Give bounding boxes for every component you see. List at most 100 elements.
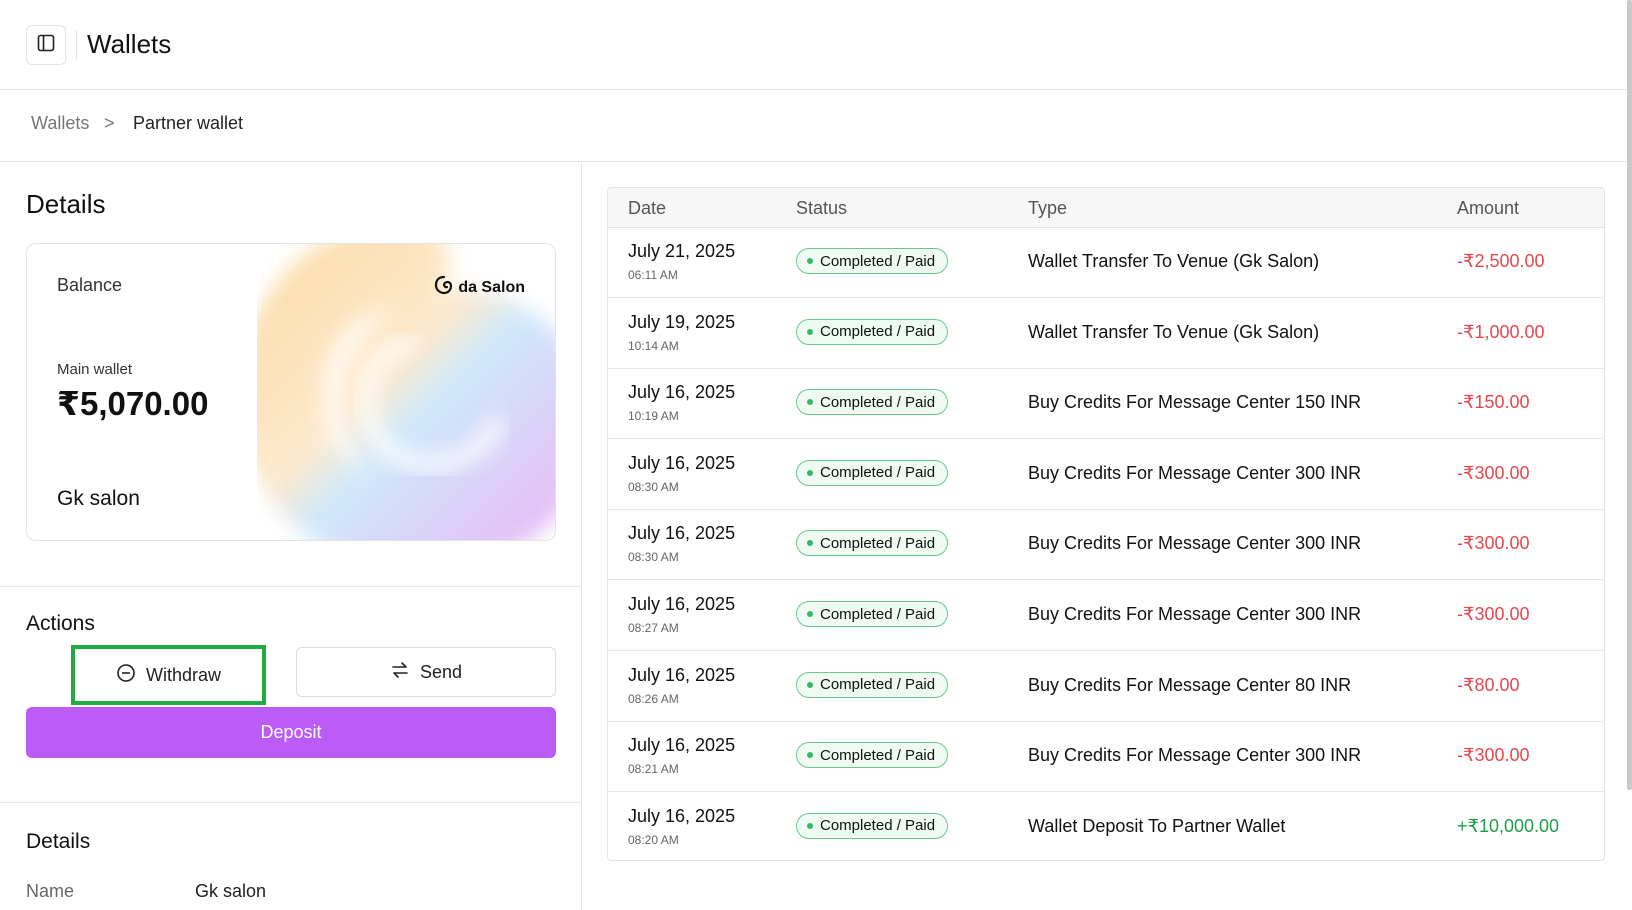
row-time: 08:30 AM	[628, 550, 679, 565]
withdraw-label: Withdraw	[145, 664, 221, 685]
page-title: Wallets	[87, 29, 172, 59]
row-amount: -₹300.00	[1457, 462, 1530, 483]
status-badge: Completed / Paid	[796, 530, 949, 557]
brand-swirl-icon	[434, 275, 454, 300]
table-row[interactable]: July 16, 2025 08:30 AM Completed / Paid Buy…	[608, 440, 1604, 510]
row-date: July 19, 2025	[628, 311, 736, 332]
status-text: Completed / Paid	[820, 252, 936, 270]
table-row[interactable]: July 16, 2025 08:27 AM Completed / Paid Buy…	[608, 581, 1604, 651]
table-row[interactable]: July 21, 2025 06:11 AM Completed / Paid Wal…	[608, 228, 1604, 298]
status-badge: Completed / Paid	[796, 389, 949, 416]
row-type: Buy Credits For Message Center 300 INR	[1028, 745, 1362, 766]
status-dot-icon	[807, 752, 813, 759]
left-panel: Details Balance da Salon Main wallet ₹5,…	[0, 162, 582, 910]
row-date: July 16, 2025	[628, 735, 736, 756]
status-dot-icon	[807, 681, 813, 688]
status-dot-icon	[807, 611, 813, 617]
row-amount: -₹300.00	[1457, 745, 1530, 766]
row-time: 08:30 AM	[628, 479, 679, 494]
status-badge: Completed / Paid	[796, 601, 949, 627]
table-row[interactable]: July 19, 2025 10:14 AM Completed / Paid Wal…	[608, 299, 1604, 369]
withdraw-button[interactable]: Withdraw	[71, 645, 266, 705]
row-type: Wallet Transfer To Venue (Gk Salon)	[1028, 321, 1320, 342]
status-text: Completed / Paid	[820, 817, 936, 835]
status-badge: Completed / Paid	[796, 248, 949, 274]
deposit-button[interactable]: Deposit	[26, 707, 556, 758]
sidebar-toggle-button[interactable]	[26, 25, 66, 65]
details-heading: Details	[26, 189, 106, 219]
status-text: Completed / Paid	[820, 464, 936, 482]
column-header-status[interactable]: Status	[796, 198, 847, 219]
breadcrumb: Wallets > Partner wallet	[0, 90, 1632, 162]
row-amount: -₹300.00	[1457, 604, 1530, 624]
name-value: Gk salon	[195, 881, 267, 901]
page-scrollbar[interactable]	[1627, 0, 1632, 790]
status-text: Completed / Paid	[820, 605, 936, 623]
balance-label: Balance	[57, 275, 123, 295]
chevron-right-icon: >	[104, 113, 115, 133]
column-header-date[interactable]: Date	[628, 198, 666, 219]
name-label: Name	[26, 881, 75, 901]
status-dot-icon	[807, 822, 813, 829]
row-type: Wallet Transfer To Venue (Gk Salon)	[1028, 251, 1320, 271]
row-amount: +₹10,000.00	[1457, 815, 1560, 836]
send-label: Send	[419, 661, 463, 682]
status-dot-icon	[807, 399, 813, 406]
row-time: 06:11 AM	[628, 268, 678, 282]
actions-heading: Actions	[26, 612, 95, 635]
row-time: 08:21 AM	[628, 762, 679, 777]
status-text: Completed / Paid	[820, 393, 936, 411]
row-type: Wallet Deposit To Partner Wallet	[1028, 815, 1286, 836]
row-type: Buy Credits For Message Center 150 INR	[1028, 392, 1362, 413]
transactions-table: Date Status Type Amount July 21, 2025 06:…	[607, 187, 1605, 861]
status-text: Completed / Paid	[820, 676, 936, 694]
wallet-card: Balance da Salon Main wallet ₹5,070.00 G…	[26, 243, 556, 541]
status-badge: Completed / Paid	[796, 812, 949, 839]
row-type: Buy Credits For Message Center 300 INR	[1028, 462, 1362, 483]
row-time: 10:19 AM	[628, 409, 679, 424]
status-text: Completed / Paid	[820, 746, 936, 764]
column-header-type[interactable]: Type	[1028, 198, 1067, 219]
divider	[0, 586, 581, 587]
row-time: 08:26 AM	[628, 691, 679, 706]
status-dot-icon	[807, 469, 813, 476]
transfer-arrows-icon	[390, 660, 410, 685]
row-type: Buy Credits For Message Center 300 INR	[1028, 533, 1362, 554]
row-amount: -₹300.00	[1457, 533, 1530, 554]
main-wallet-label: Main wallet	[57, 361, 133, 378]
row-amount: -₹1,000.00	[1457, 321, 1545, 342]
status-dot-icon	[807, 258, 813, 264]
table-row[interactable]: July 16, 2025 08:30 AM Completed / Paid Buy…	[608, 510, 1604, 581]
row-date: July 16, 2025	[628, 594, 736, 614]
divider	[0, 802, 581, 803]
status-dot-icon	[807, 328, 813, 335]
table-row[interactable]: July 16, 2025 08:21 AM Completed / Paid Buy…	[608, 722, 1604, 793]
row-date: July 16, 2025	[628, 382, 736, 403]
breadcrumb-wallets-link[interactable]: Wallets	[31, 113, 89, 134]
row-amount: -₹150.00	[1457, 392, 1530, 413]
table-row[interactable]: July 16, 2025 08:20 AM Completed / Paid Wal…	[608, 793, 1604, 860]
status-text: Completed / Paid	[820, 534, 936, 552]
table-row[interactable]: July 16, 2025 08:26 AM Completed / Paid Buy…	[608, 652, 1604, 722]
row-type: Buy Credits For Message Center 80 INR	[1028, 674, 1352, 695]
details-section-heading: Details	[26, 830, 91, 853]
status-badge: Completed / Paid	[796, 318, 949, 345]
row-date: July 16, 2025	[628, 805, 736, 826]
top-bar: Wallets	[0, 0, 1632, 90]
status-badge: Completed / Paid	[796, 459, 949, 486]
row-date: July 16, 2025	[628, 452, 736, 473]
row-amount: -₹2,500.00	[1457, 251, 1545, 271]
table-row[interactable]: July 16, 2025 10:19 AM Completed / Paid Buy…	[608, 369, 1604, 440]
status-dot-icon	[807, 540, 813, 547]
row-date: July 16, 2025	[628, 664, 736, 685]
row-time: 08:20 AM	[628, 832, 679, 847]
brand-logo: da Salon	[434, 275, 525, 300]
row-type: Buy Credits For Message Center 300 INR	[1028, 604, 1362, 624]
send-button[interactable]: Send	[296, 647, 556, 697]
row-date: July 16, 2025	[628, 523, 736, 544]
row-date: July 21, 2025	[628, 241, 736, 261]
minus-circle-icon	[116, 663, 136, 688]
table-header: Date Status Type Amount	[608, 188, 1604, 228]
row-time: 08:27 AM	[628, 621, 679, 635]
column-header-amount[interactable]: Amount	[1457, 198, 1519, 219]
